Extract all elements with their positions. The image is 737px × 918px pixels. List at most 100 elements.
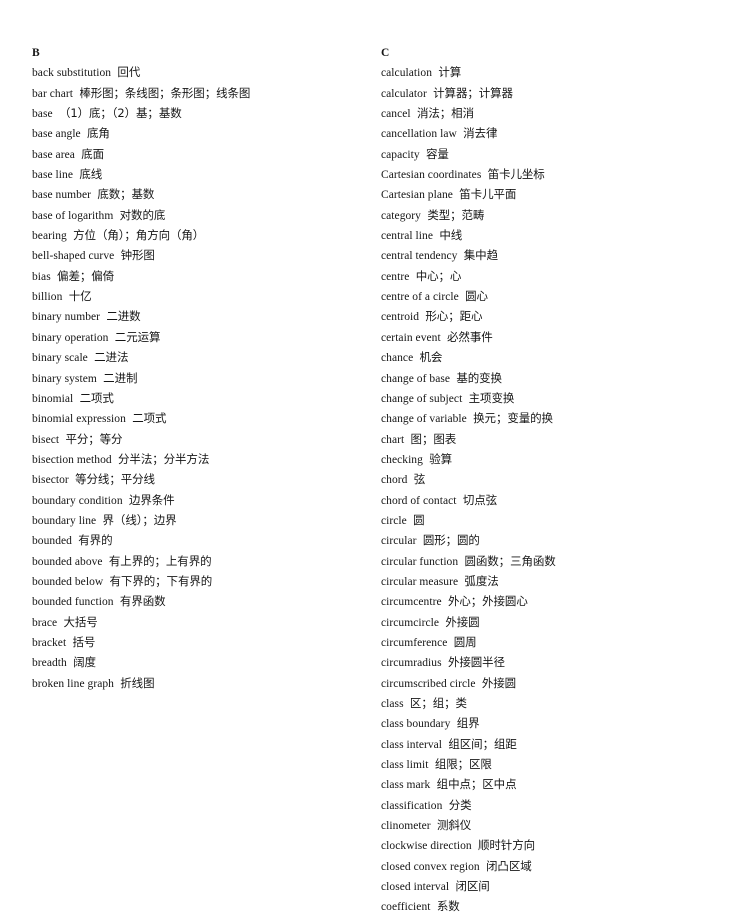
glossary-entry: circular 圆形；圆的 bbox=[381, 531, 480, 551]
entry-term: circumference bbox=[381, 636, 448, 649]
glossary-entry: certain event 必然事件 bbox=[381, 328, 493, 348]
entry-gloss: 笛卡儿坐标 bbox=[487, 167, 545, 182]
entry-gloss: 中心；心 bbox=[415, 268, 462, 283]
glossary-entry: clinometer 测斜仪 bbox=[381, 816, 471, 836]
entry-gloss: 圆周 bbox=[453, 634, 477, 649]
entry-term: circular measure bbox=[381, 575, 459, 588]
glossary-entry: chord of contact 切点弦 bbox=[381, 491, 497, 511]
entry-gloss: 区；组；类 bbox=[409, 696, 467, 710]
entry-gloss: 系数 bbox=[436, 899, 460, 914]
glossary-entry: checking 验算 bbox=[381, 450, 452, 470]
entry-gloss: 消法；相消 bbox=[416, 106, 474, 121]
glossary-entry: change of variable 换元；变量的换 bbox=[381, 409, 553, 429]
entry-term: clinometer bbox=[381, 820, 431, 833]
entry-gloss: 基的变换 bbox=[456, 370, 502, 385]
glossary-entry: closed interval 闭区间 bbox=[381, 877, 490, 897]
entry-term: cancellation law bbox=[381, 128, 457, 141]
entry-term: circle bbox=[381, 514, 407, 527]
glossary-page: B back substitution 回代 bar chart 棒形图；条线图；条形… bbox=[0, 0, 737, 913]
entry-gloss: 外接圆半径 bbox=[447, 655, 505, 670]
entry-gloss: 机会 bbox=[419, 350, 443, 365]
glossary-entry: classification 分类 bbox=[381, 796, 472, 816]
entry-term: Cartesian coordinates bbox=[381, 169, 482, 182]
glossary-entry: class limit 组限；区限 bbox=[381, 755, 492, 775]
glossary-entry: central line 中线 bbox=[381, 226, 462, 246]
entry-gloss: 笛卡儿平面 bbox=[459, 187, 517, 202]
glossary-entry: closed convex region 闭凸区域 bbox=[381, 857, 532, 877]
entry-gloss: 计算器；计算器 bbox=[433, 85, 513, 100]
entry-term: cancel bbox=[381, 108, 411, 121]
entry-term: circular bbox=[381, 535, 417, 548]
entry-term: certain event bbox=[381, 331, 441, 344]
glossary-entry: circle 圆 bbox=[381, 511, 425, 531]
entry-term: class mark bbox=[381, 779, 431, 792]
entry-term: change of variable bbox=[381, 413, 467, 426]
entry-gloss: 组限；区限 bbox=[434, 757, 492, 772]
entry-term: calculator bbox=[381, 87, 427, 100]
glossary-entry: centre 中心；心 bbox=[381, 267, 461, 287]
entry-term: circumradius bbox=[381, 657, 442, 670]
glossary-entry: circumcircle 外接圆 bbox=[381, 613, 480, 633]
entry-gloss: 外接圆 bbox=[481, 675, 517, 690]
section-letter-c: C bbox=[381, 47, 390, 59]
entry-term: centroid bbox=[381, 311, 420, 324]
entry-gloss: 必然事件 bbox=[447, 329, 493, 344]
glossary-entry: circumcentre 外心；外接圆心 bbox=[381, 592, 528, 612]
entry-gloss: 切点弦 bbox=[462, 492, 498, 507]
entry-term: closed interval bbox=[381, 881, 450, 894]
entry-gloss: 顺时针方向 bbox=[478, 838, 535, 853]
entry-gloss: 弦 bbox=[413, 472, 426, 487]
entry-term: chart bbox=[381, 433, 405, 446]
entry-term: closed convex region bbox=[381, 860, 480, 873]
entry-gloss: 圆心 bbox=[465, 289, 488, 304]
glossary-entry: chord 弦 bbox=[381, 470, 425, 490]
entry-list-c: calculation 计算 calculator 计算器；计算器 cancel 消法；相… bbox=[381, 63, 556, 917]
entry-gloss: 外接圆 bbox=[445, 614, 480, 629]
entry-term: central tendency bbox=[381, 250, 458, 263]
entry-gloss: 测斜仪 bbox=[437, 818, 472, 833]
entry-term: class bbox=[381, 698, 404, 710]
entry-term: capacity bbox=[381, 148, 420, 161]
entry-term: chance bbox=[381, 352, 414, 365]
entry-gloss: 消去律 bbox=[463, 126, 498, 141]
glossary-entry: circumscribed circle 外接圆 bbox=[381, 674, 516, 694]
entry-gloss: 闭凸区域 bbox=[486, 858, 532, 873]
glossary-column-c: C calculation 计算 calculator 计算器；计算器 cancel 消法… bbox=[0, 44, 556, 918]
glossary-entry: capacity 容量 bbox=[381, 145, 449, 165]
entry-term: change of base bbox=[381, 372, 451, 385]
glossary-entry: centre of a circle 圆心 bbox=[381, 287, 488, 307]
glossary-entry: cancellation law 消去律 bbox=[381, 124, 497, 144]
glossary-columns: B back substitution 回代 bar chart 棒形图；条线图；条形… bbox=[0, 44, 737, 918]
entry-term: coefficient bbox=[381, 901, 431, 914]
glossary-entry: chance 机会 bbox=[381, 348, 442, 368]
entry-term: class interval bbox=[381, 738, 443, 751]
entry-term: class limit bbox=[381, 759, 429, 772]
entry-gloss: 换元；变量的换 bbox=[473, 411, 553, 426]
entry-gloss: 圆 bbox=[413, 512, 425, 527]
entry-term: circumscribed circle bbox=[381, 677, 476, 690]
entry-term: class boundary bbox=[381, 718, 451, 731]
glossary-entry: change of base 基的变换 bbox=[381, 369, 502, 389]
entry-gloss: 验算 bbox=[429, 451, 453, 466]
entry-term: Cartesian plane bbox=[381, 189, 453, 202]
entry-gloss: 容量 bbox=[426, 146, 449, 161]
entry-gloss: 类型；范畴 bbox=[427, 207, 485, 222]
entry-term: chord bbox=[381, 474, 408, 487]
entry-gloss: 弧度法 bbox=[464, 573, 499, 588]
entry-gloss: 闭区间 bbox=[455, 879, 490, 894]
glossary-entry: change of subject 主项变换 bbox=[381, 389, 514, 409]
glossary-entry: central tendency 集中趋 bbox=[381, 246, 498, 266]
glossary-entry: class interval 组区间；组距 bbox=[381, 735, 517, 755]
glossary-entry: calculator 计算器；计算器 bbox=[381, 84, 513, 104]
entry-term: clockwise direction bbox=[381, 840, 472, 853]
entry-gloss: 圆函数；三角函数 bbox=[464, 553, 556, 568]
entry-term: centre of a circle bbox=[381, 291, 459, 304]
glossary-entry: Cartesian coordinates 笛卡儿坐标 bbox=[381, 165, 545, 185]
glossary-entry: Cartesian plane 笛卡儿平面 bbox=[381, 185, 516, 205]
entry-gloss: 主项变换 bbox=[468, 390, 515, 405]
entry-gloss: 图；图表 bbox=[410, 431, 457, 446]
entry-term: change of subject bbox=[381, 392, 463, 405]
entry-gloss: 组区间；组距 bbox=[448, 736, 517, 751]
glossary-entry: class 区；组；类 bbox=[381, 694, 467, 714]
entry-term: centre bbox=[381, 270, 410, 283]
